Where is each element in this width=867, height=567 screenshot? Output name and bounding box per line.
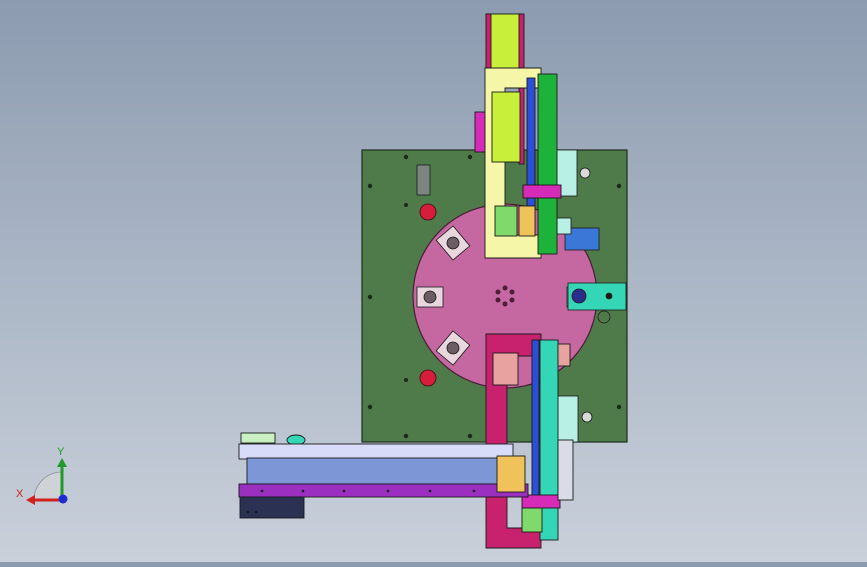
belt-conveyor[interactable] [238,432,529,519]
triad-plane [33,471,63,501]
z-axis-dot [58,494,68,504]
coordinate-triad: Y X [16,446,68,505]
assembly-drawing: Y X [16,13,628,549]
cad-viewport[interactable]: Y X [0,0,867,562]
y-axis-label: Y [57,446,65,458]
x-axis-label: X [16,488,24,500]
right-sensor-block[interactable] [567,282,627,311]
